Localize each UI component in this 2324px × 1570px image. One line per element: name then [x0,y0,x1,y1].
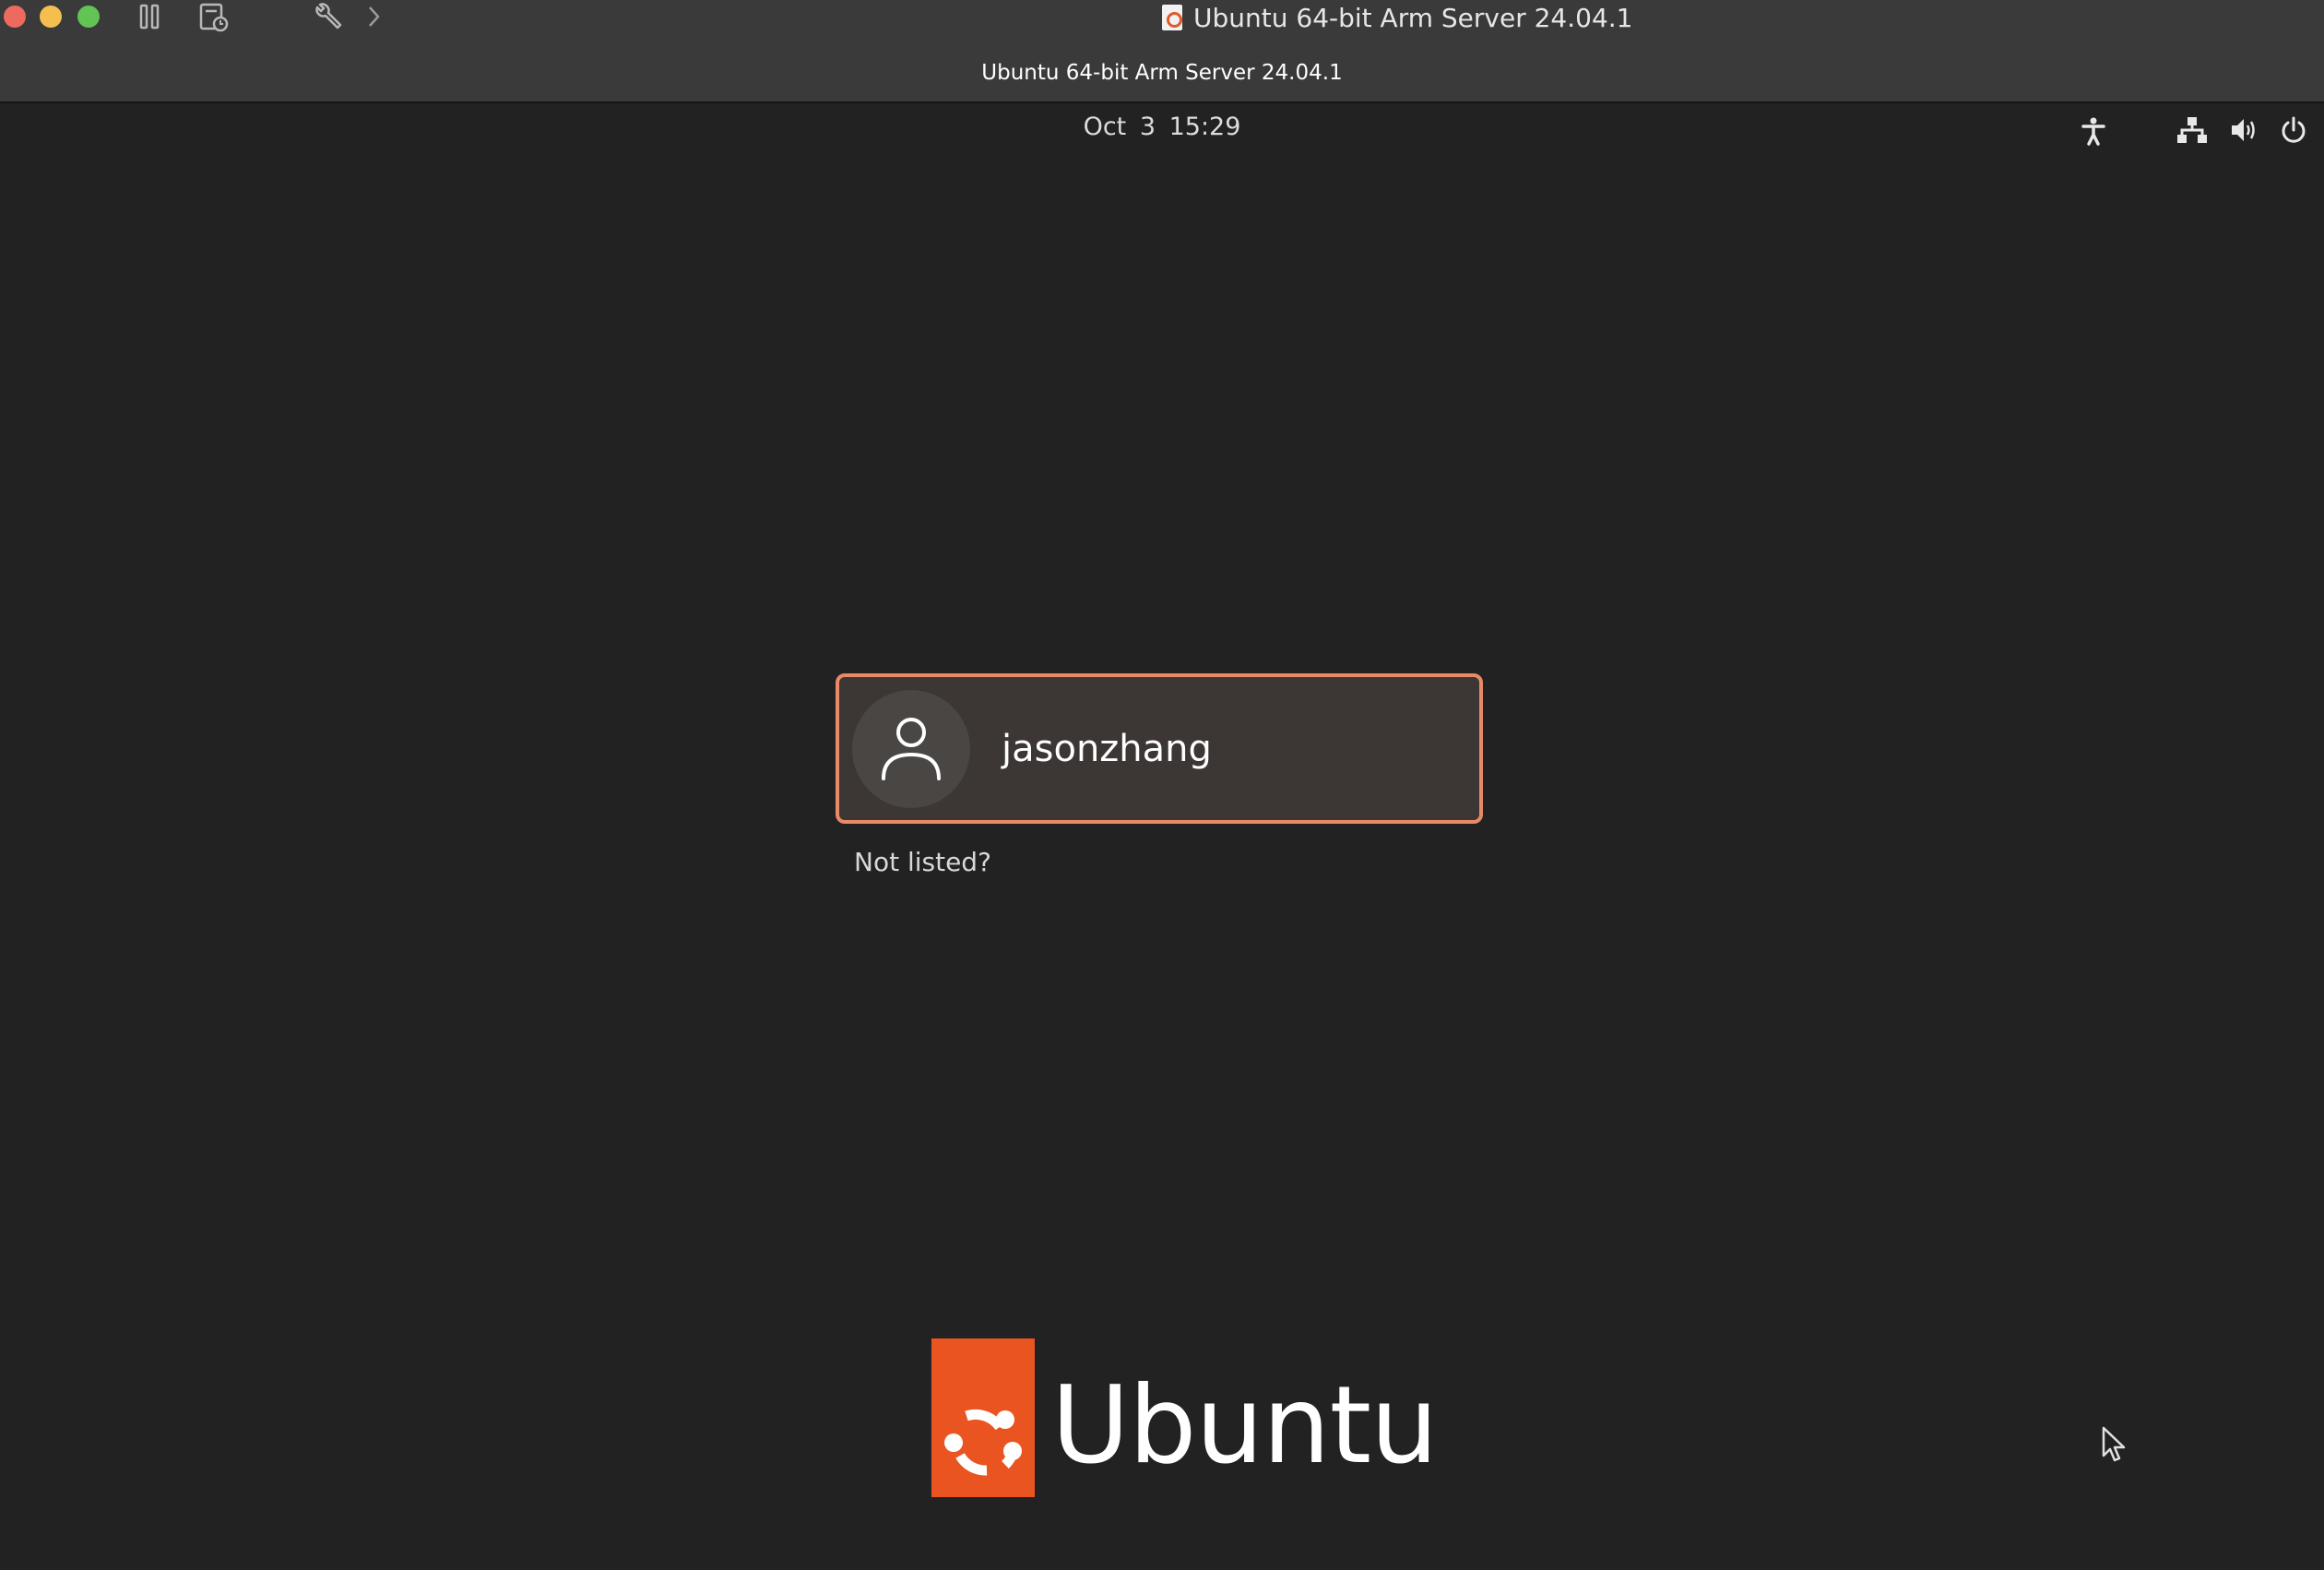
not-listed-link[interactable]: Not listed? [854,847,991,877]
power-icon[interactable] [2280,116,2307,146]
user-list-item[interactable]: jasonzhang [836,673,1483,824]
username-label: jasonzhang [1002,727,1212,770]
vm-document-icon [1162,5,1182,30]
mouse-cursor-icon [2101,1426,2130,1469]
topbar-clock[interactable]: Oct 3 15:29 [0,113,2324,141]
avatar [852,689,970,808]
window-close-button[interactable] [4,6,26,28]
accessibility-icon[interactable] [2081,116,2106,146]
user-icon [882,717,941,780]
ubuntu-wordmark: Ubuntu [1051,1363,1439,1488]
window-subtitle: Ubuntu 64-bit Arm Server 24.04.1 [981,61,1343,85]
window-title-text: Ubuntu 64-bit Arm Server 24.04.1 [1193,2,1633,33]
window-titlebar: Ubuntu 64-bit Arm Server 24.04.1 Ubuntu … [0,0,2324,103]
volume-icon[interactable] [2230,116,2259,144]
window-zoom-button[interactable] [77,6,100,28]
network-icon[interactable] [2176,116,2208,144]
pause-icon[interactable] [138,2,162,31]
snapshot-icon[interactable] [199,2,229,33]
chevron-right-icon[interactable] [365,2,384,31]
window-minimize-button[interactable] [40,6,62,28]
window-title: Ubuntu 64-bit Arm Server 24.04.1 [1162,0,1633,35]
settings-wrench-icon[interactable] [312,2,343,33]
ubuntu-logo-icon [931,1338,1035,1497]
